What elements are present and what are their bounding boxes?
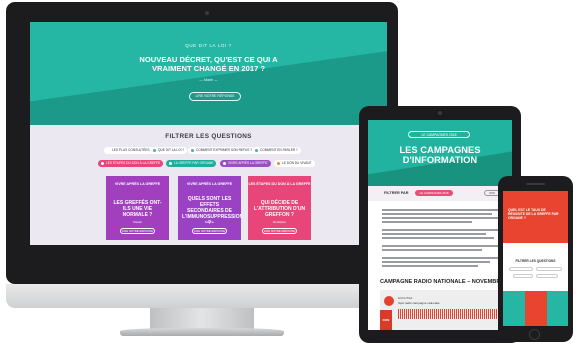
phone-chip[interactable] [536,267,562,271]
tablet-hero: LE CAMPAGNES 2018 LES CAMPAGNES D'INFORM… [368,120,512,186]
play-icon[interactable] [384,296,394,306]
hero-author: — Marie — [199,78,218,82]
phone-card[interactable] [547,291,568,326]
question-card[interactable]: LES ÉTAPES DU DON À LA GREFFE QUI DÉCIDE… [248,176,311,240]
card-read-button[interactable]: LIRE NOTRE RÉPONSE [262,228,297,234]
audio-player[interactable]: ECOUTEZ Spot radio campagne nationale DO… [380,290,504,330]
tablet-title: LES CAMPAGNES D'INFORMATION [399,144,481,165]
phone-chip[interactable] [513,274,533,278]
tablet-filter-chip[interactable]: LE CAMPAGNES 2018 [415,190,453,196]
question-card[interactable]: VIVRE APRÈS LA GREFFE LES GREFFÉS ONT-IL… [106,176,169,240]
phone-chip[interactable] [536,274,558,278]
hero-banner: QUE DIT LA LOI ? NOUVEAU DÉCRET, QU'EST … [30,22,387,125]
waveform[interactable] [398,309,498,319]
hero-title[interactable]: NOUVEAU DÉCRET, QU'EST CE QUI A VRAIMENT… [130,55,287,73]
phone-card[interactable] [503,291,525,326]
imac-foot [120,328,284,336]
chip-law[interactable]: QUE DIT LA LOI ? [150,147,188,154]
tablet-section-title: CAMPAGNE RADIO NATIONALE – NOVEMBRE 2018 [380,279,504,285]
radio-tile: DON [380,310,392,330]
phone-hero: QUEL EST LE TAUX DE RÉUSSITE DE LA GREFF… [503,191,568,243]
imac-bezel: QUE DIT LA LOI ? NOUVEAU DÉCRET, QU'EST … [6,2,398,284]
card-read-button[interactable]: LIRE NOTRE RÉPONSE [120,228,155,234]
question-card[interactable]: VIVRE APRÈS LA GREFFE QUELS SONT LES EFF… [178,176,241,240]
phone-bezel: QUEL EST LE TAUX DE RÉUSSITE DE LA GREFF… [498,176,573,342]
devices-mockup: QUE DIT LA LOI ? NOUVEAU DÉCRET, QU'EST … [0,0,579,347]
phone-card[interactable] [525,291,547,326]
filter-title: FILTRER LES QUESTIONS [165,133,252,140]
camera-icon [205,11,209,15]
tablet-tag[interactable]: LE CAMPAGNES 2018 [408,131,470,138]
phone-title[interactable]: QUEL EST LE TAUX DE RÉUSSITE DE LA GREFF… [508,208,563,221]
phone-chip[interactable] [509,267,533,271]
speaker-icon [526,183,545,185]
phone-filter-title: FILTRER LES QUESTIONS [515,259,556,263]
imac-screen: QUE DIT LA LOI ? NOUVEAU DÉCRET, QU'EST … [30,22,387,245]
hero-kicker[interactable]: QUE DIT LA LOI ? [30,43,387,48]
tablet-filter-bar: FILTRER PAR LE CAMPAGNES 2018 2018 [368,186,512,201]
camera-icon [438,111,442,115]
imac-chin [6,284,398,308]
home-button[interactable] [529,329,540,340]
card-read-button[interactable]: LIRE NOTRE RÉPONSE [192,228,227,234]
read-answer-button[interactable]: LIRE NOTRE RÉPONSE [189,92,241,101]
chip-living-donor[interactable]: LE DON DU VIVANT [274,160,315,167]
chip-steps[interactable]: LES ÉTAPES DU DON À LA GREFFE [98,160,164,167]
chip-most-viewed[interactable]: LES PLUS CONSULTÉES [104,147,153,154]
phone-screen: QUEL EST LE TAUX DE RÉUSSITE DE LA GREFF… [503,191,568,326]
tablet-bezel: LE CAMPAGNES 2018 LES CAMPAGNES D'INFORM… [359,106,521,343]
chip-refusal[interactable]: COMMENT EXPRIMER SON REFUS ? [188,147,256,154]
tablet-filter-label: FILTRER PAR [384,191,409,195]
chip-talk[interactable]: COMMENT EN PARLER ? [252,147,301,154]
chip-after-transplant[interactable]: VIVRE APRÈS LA GREFFE [220,160,271,167]
imac-stand [150,308,254,330]
chip-organ[interactable]: LA GREFFE PAR ORGANE [166,160,217,167]
tablet-screen: LE CAMPAGNES 2018 LES CAMPAGNES D'INFORM… [368,120,512,330]
